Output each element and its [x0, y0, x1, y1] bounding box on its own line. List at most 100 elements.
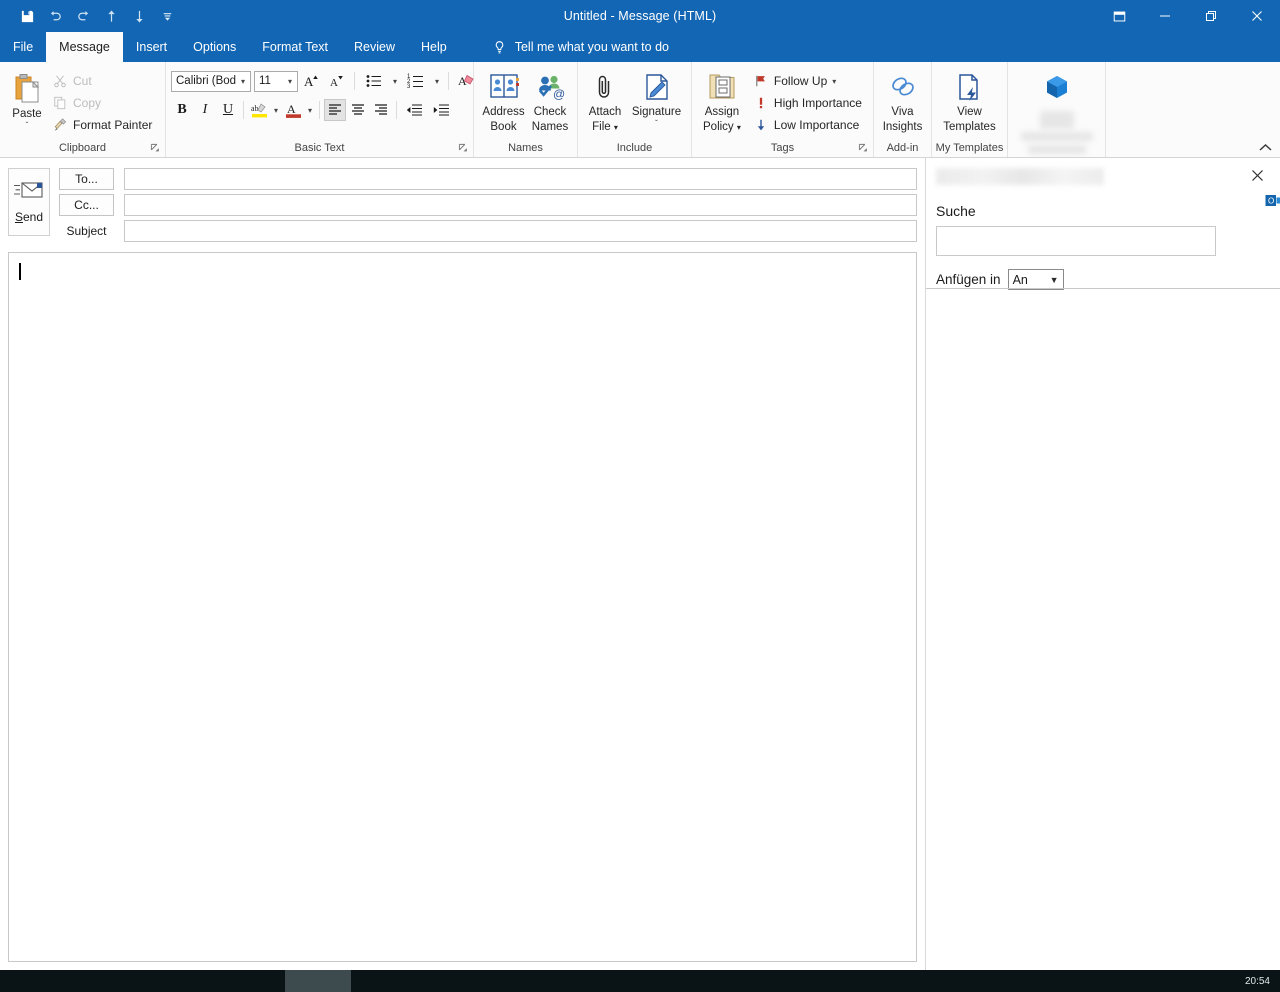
- undo-icon[interactable]: [42, 4, 68, 28]
- window-title: Untitled - Message (HTML): [563, 9, 717, 23]
- tab-insert[interactable]: Insert: [123, 32, 180, 62]
- viva-insights-icon: [888, 70, 918, 104]
- cc-input[interactable]: [124, 194, 917, 216]
- chevron-down-icon: ▼: [1049, 274, 1059, 285]
- cut-label: Cut: [73, 74, 92, 88]
- redacted-addin-button[interactable]: [1013, 66, 1100, 154]
- clipboard-dialog-launcher-icon[interactable]: [150, 143, 161, 154]
- taskbar-active-item[interactable]: [285, 970, 351, 992]
- ribbon-group-label-add-in: Add-in: [886, 142, 919, 154]
- lightbulb-icon: [492, 40, 507, 55]
- save-icon[interactable]: [14, 4, 40, 28]
- view-templates-label-1: View: [957, 106, 982, 118]
- to-input[interactable]: [124, 168, 917, 190]
- cc-button[interactable]: Cc...: [59, 194, 114, 216]
- close-icon[interactable]: [1234, 0, 1280, 32]
- align-left-button[interactable]: [324, 99, 346, 121]
- low-importance-button[interactable]: Low Importance: [750, 114, 865, 136]
- chevron-down-icon: ▾: [287, 76, 292, 86]
- copy-button[interactable]: Copy: [49, 92, 155, 114]
- subject-input[interactable]: [124, 220, 917, 242]
- ribbon-group-label-basic-text: Basic Text: [166, 141, 473, 157]
- attach-file-button[interactable]: Attach File ▾: [583, 68, 627, 134]
- task-pane-close-icon[interactable]: [1246, 164, 1268, 186]
- tags-dialog-launcher-icon[interactable]: [858, 143, 869, 154]
- collapse-ribbon-icon[interactable]: [1256, 139, 1274, 155]
- windows-taskbar: 20:54: [0, 970, 1280, 992]
- font-color-chevron-icon[interactable]: ▾: [305, 106, 315, 115]
- ribbon-group-label-include: Include: [616, 142, 653, 154]
- svg-text:A: A: [287, 102, 296, 116]
- attach-in-select[interactable]: An ▼: [1007, 269, 1064, 290]
- cut-button[interactable]: Cut: [49, 70, 155, 92]
- svg-text:A: A: [304, 74, 314, 89]
- chevron-down-icon: ▾: [240, 76, 245, 86]
- ribbon-display-options-icon[interactable]: [1096, 0, 1142, 32]
- message-body-editor[interactable]: [9, 253, 916, 961]
- search-label: Suche: [936, 203, 976, 219]
- paste-icon: [12, 72, 42, 106]
- minimize-icon[interactable]: [1142, 0, 1188, 32]
- follow-up-button[interactable]: Follow Up ▾: [750, 70, 865, 92]
- bullets-chevron-icon[interactable]: ▾: [390, 77, 400, 86]
- restore-icon[interactable]: [1188, 0, 1234, 32]
- underline-button[interactable]: U: [217, 99, 239, 121]
- address-book-button[interactable]: Address Book: [479, 68, 528, 133]
- viva-insights-button[interactable]: Viva Insights: [879, 68, 926, 133]
- tab-review[interactable]: Review: [341, 32, 408, 62]
- taskbar-clock: 20:54: [1244, 976, 1270, 987]
- bold-button[interactable]: B: [171, 99, 193, 121]
- ribbon-group-tags: Assign Policy ▾ Follow Up ▾ High Importa…: [692, 62, 874, 157]
- ribbon-group-label-clipboard: Clipboard: [0, 141, 165, 157]
- format-painter-icon: [52, 117, 68, 133]
- increase-indent-button[interactable]: [428, 99, 454, 121]
- tab-format-text[interactable]: Format Text: [249, 32, 341, 62]
- tab-help[interactable]: Help: [408, 32, 460, 62]
- tab-options[interactable]: Options: [180, 32, 249, 62]
- attach-in-selected-value: An: [1012, 272, 1028, 287]
- high-importance-button[interactable]: High Importance: [750, 92, 865, 114]
- outlook-addin-icon[interactable]: O: [1265, 192, 1280, 209]
- send-button[interactable]: Send: [8, 168, 50, 236]
- view-templates-button[interactable]: View Templates: [937, 68, 1001, 133]
- center-button[interactable]: [347, 99, 369, 121]
- search-input[interactable]: [936, 226, 1216, 256]
- font-size-value: 11: [259, 75, 271, 87]
- customize-quick-access-toolbar-icon[interactable]: [154, 4, 180, 28]
- grow-font-button[interactable]: A: [301, 70, 323, 92]
- decrease-indent-button[interactable]: [401, 99, 427, 121]
- align-right-button[interactable]: [370, 99, 392, 121]
- highlight-chevron-icon[interactable]: ▾: [271, 106, 281, 115]
- basic-text-dialog-launcher-icon[interactable]: [458, 143, 469, 154]
- ribbon-group-include: Attach File ▾ Signature ˇ Include: [578, 62, 692, 157]
- bullets-button[interactable]: [361, 70, 387, 92]
- text-highlight-color-button[interactable]: ab: [248, 99, 270, 121]
- assign-policy-button[interactable]: Assign Policy ▾: [697, 68, 747, 134]
- tab-message[interactable]: Message: [46, 32, 123, 62]
- numbering-chevron-icon[interactable]: ▾: [432, 77, 442, 86]
- attach-in-label: Anfügen in: [936, 272, 1001, 287]
- format-painter-button[interactable]: Format Painter: [49, 114, 155, 136]
- tab-file[interactable]: File: [0, 32, 46, 62]
- signature-button[interactable]: Signature ˇ: [627, 68, 686, 127]
- chevron-down-icon: ▾: [832, 76, 837, 86]
- numbering-button[interactable]: 123: [403, 70, 429, 92]
- ribbon-group-label-names: Names: [508, 142, 543, 154]
- font-color-button[interactable]: A: [282, 99, 304, 121]
- to-button[interactable]: To...: [59, 168, 114, 190]
- font-name-combo[interactable]: Calibri (Bod ▾: [171, 70, 251, 92]
- redo-icon[interactable]: [70, 4, 96, 28]
- check-names-button[interactable]: @ Check Names: [528, 68, 572, 133]
- address-book-icon: [488, 70, 520, 104]
- next-item-icon[interactable]: [126, 4, 152, 28]
- italic-button[interactable]: I: [194, 99, 216, 121]
- previous-item-icon[interactable]: [98, 4, 124, 28]
- tell-me-label: Tell me what you want to do: [514, 40, 669, 54]
- tell-me-search[interactable]: Tell me what you want to do: [492, 32, 669, 62]
- shrink-font-button[interactable]: A: [326, 70, 348, 92]
- font-size-combo[interactable]: 11 ▾: [254, 70, 298, 92]
- paste-button[interactable]: Paste ˇ: [5, 66, 49, 129]
- ribbon-group-redacted-addin: [1008, 62, 1106, 157]
- check-names-label-1: Check: [533, 106, 567, 118]
- view-templates-icon: [954, 70, 984, 104]
